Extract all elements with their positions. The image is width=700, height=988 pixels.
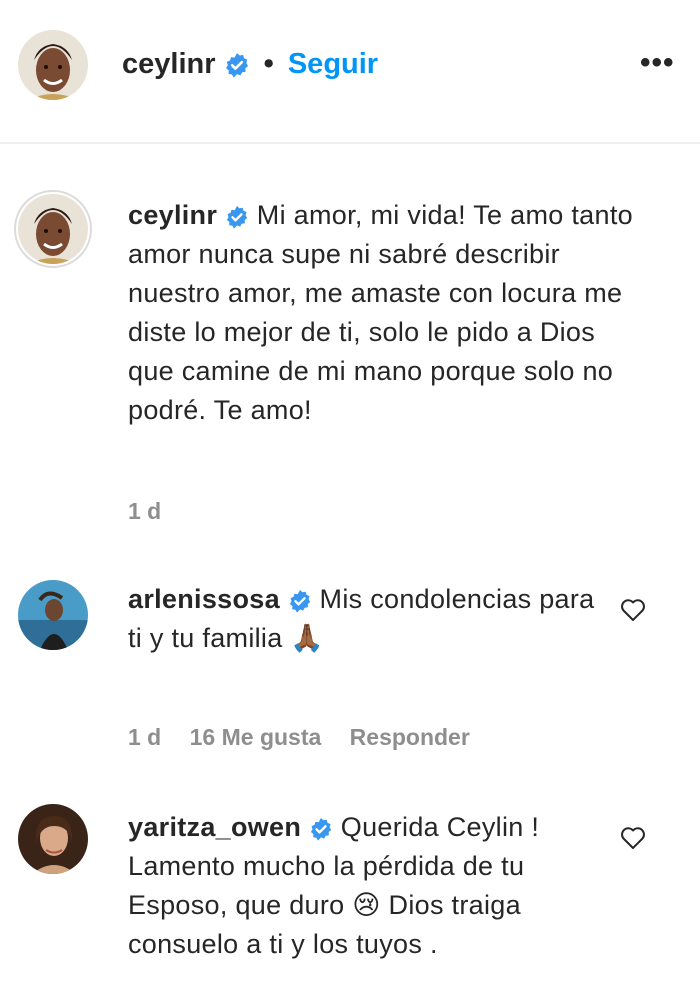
commenter-avatar[interactable] (18, 804, 88, 874)
caption-body: ceylinr Mi amor, mi vida! Te amo tanto a… (128, 196, 638, 430)
more-options-icon[interactable]: ••• (640, 48, 680, 78)
caption-meta: 1 d (128, 498, 183, 525)
follow-button[interactable]: Seguir (288, 48, 378, 80)
header-title: ceylinr • Seguir (122, 44, 378, 84)
verified-badge-icon (224, 52, 250, 78)
comment-body: arlenissosa Mis condolencias para ti y t… (128, 580, 598, 658)
comment-username[interactable]: yaritza_owen (128, 812, 301, 842)
reply-button[interactable]: Responder (350, 724, 470, 750)
heart-outline-icon[interactable] (620, 826, 646, 850)
commenter-avatar[interactable] (18, 580, 88, 650)
verified-badge-icon (288, 589, 312, 613)
crying-face-emoji: 😢 (352, 890, 381, 921)
comment-likes[interactable]: 16 Me gusta (190, 724, 322, 750)
caption-time: 1 d (128, 498, 162, 524)
heart-outline-icon[interactable] (620, 598, 646, 622)
caption-avatar[interactable] (18, 194, 88, 264)
header-avatar[interactable] (18, 30, 88, 100)
comment-body: yaritza_owen Querida Ceylin ! Lamento mu… (128, 808, 598, 964)
caption-username[interactable]: ceylinr (128, 200, 217, 230)
bottom-edge (0, 972, 700, 988)
verified-badge-icon (309, 817, 333, 841)
comment-username[interactable]: arlenissosa (128, 584, 280, 614)
header-username[interactable]: ceylinr (122, 48, 216, 80)
post-header: ceylinr • Seguir ••• (0, 0, 700, 144)
separator-dot: • (263, 48, 274, 80)
praying-hands-emoji: 🙏🏾 (290, 623, 325, 654)
verified-badge-icon (225, 205, 249, 229)
caption-text: Mi amor, mi vida! Te amo tanto amor nunc… (128, 200, 633, 425)
comment-meta: 1 d 16 Me gusta Responder (128, 724, 492, 751)
comment-time: 1 d (128, 724, 162, 750)
